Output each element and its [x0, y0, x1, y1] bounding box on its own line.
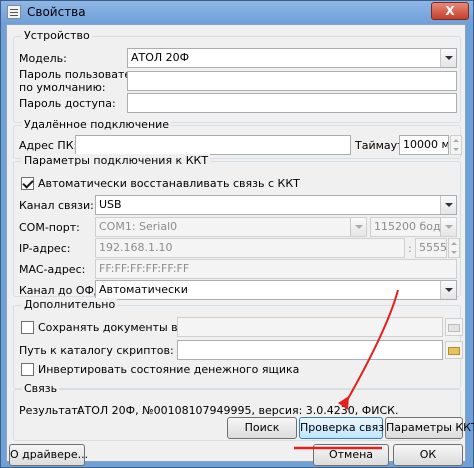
auto-restore-checkbox[interactable] — [21, 177, 34, 190]
channel-select[interactable]: USB — [95, 195, 457, 215]
com-port-label: COM-порт: — [19, 221, 80, 234]
dialog-client-area: Устройство Модель: АТОЛ 20Ф Пароль польз… — [6, 24, 474, 466]
link-group-title: Связь — [22, 382, 60, 395]
invert-drawer-label: Инвертировать состояние денежного ящика — [38, 363, 300, 376]
save-docs-label: Сохранять документы в БД — [38, 321, 198, 334]
access-password-label: Пароль доступа: — [19, 97, 116, 110]
ip-address-label: IP-адрес: — [19, 242, 71, 255]
scripts-folder-button[interactable] — [445, 341, 463, 359]
save-docs-path-input[interactable] — [177, 317, 443, 337]
timeout-spinner[interactable] — [450, 135, 462, 155]
check-connection-button[interactable]: Проверка связи — [299, 417, 391, 439]
chevron-down-icon[interactable] — [440, 281, 456, 299]
folder-icon — [448, 324, 460, 332]
channel-value: USB — [99, 198, 122, 211]
device-group-title: Устройство — [22, 29, 92, 42]
model-select[interactable]: АТОЛ 20Ф — [127, 48, 457, 68]
mac-address-label: MAC-адрес: — [19, 263, 86, 276]
com-port-value: COM1: Serial0 — [99, 220, 178, 233]
about-driver-button[interactable]: О драйвере... — [9, 444, 88, 466]
pc-address-label: Адрес ПК: — [19, 139, 78, 152]
com-port-select[interactable]: COM1: Serial0 — [95, 217, 367, 237]
mac-address-input[interactable]: FF:FF:FF:FF:FF:FF — [95, 259, 457, 279]
access-password-input[interactable] — [127, 93, 457, 113]
title-bar[interactable]: Свойства X — [1, 1, 473, 25]
pc-address-input[interactable] — [75, 135, 351, 155]
channel-label: Канал связи: — [19, 199, 94, 212]
result-label: Результат: — [19, 404, 82, 417]
user-password-label: Пароль пользователя по умолчанию: — [19, 68, 145, 94]
port-spinner[interactable] — [448, 238, 460, 258]
chevron-down-icon[interactable] — [350, 218, 366, 236]
ofd-channel-label: Канал до ОФД: — [19, 284, 107, 297]
model-value: АТОЛ 20Ф — [131, 51, 190, 64]
user-password-label-line1: Пароль пользователя — [19, 68, 145, 81]
auto-restore-label: Автоматически восстанавливать связь с КК… — [38, 177, 300, 190]
window-icon — [7, 5, 21, 19]
chevron-down-icon[interactable] — [440, 218, 456, 236]
cancel-button[interactable]: Отмена — [313, 444, 389, 466]
timeout-label: Таймаут — [355, 139, 404, 152]
ofd-channel-value: Автоматически — [99, 283, 188, 296]
chevron-down-icon[interactable] — [440, 196, 456, 214]
invert-drawer-checkbox[interactable] — [21, 363, 34, 376]
baud-value: 115200 бод — [374, 220, 441, 233]
remote-group-title: Удалённое подключение — [22, 118, 172, 131]
search-button[interactable]: Поиск — [227, 417, 297, 439]
save-docs-checkbox[interactable] — [21, 321, 34, 334]
result-value: АТОЛ 20Ф, №00108107949995, версия: 3.0.4… — [77, 404, 399, 417]
ok-button[interactable]: ОК — [393, 444, 463, 466]
kkt-params-button[interactable]: Параметры ККТ — [385, 417, 474, 439]
extra-group-title: Дополнительно — [22, 298, 118, 311]
port-input[interactable]: 5555 — [415, 238, 447, 258]
timeout-input[interactable]: 10000 мс. — [399, 135, 449, 155]
scripts-path-input[interactable] — [177, 340, 443, 360]
ofd-channel-select[interactable]: Автоматически — [95, 280, 457, 300]
ip-port-separator: : — [408, 242, 412, 255]
save-docs-folder-button[interactable] — [445, 318, 463, 336]
user-password-label-line2: по умолчанию: — [19, 81, 106, 94]
chevron-down-icon[interactable] — [440, 49, 456, 67]
baud-select[interactable]: 115200 бод — [370, 217, 457, 237]
model-label: Модель: — [19, 52, 67, 65]
scripts-path-label: Путь к каталогу скриптов: — [19, 344, 174, 357]
connection-group-title: Параметры подключения к ККТ — [22, 154, 211, 167]
close-button[interactable]: X — [431, 2, 469, 20]
folder-icon — [448, 347, 460, 355]
ip-address-input[interactable]: 192.168.1.10 — [95, 238, 405, 258]
user-password-input[interactable] — [127, 71, 457, 91]
window-title: Свойства — [27, 5, 86, 19]
